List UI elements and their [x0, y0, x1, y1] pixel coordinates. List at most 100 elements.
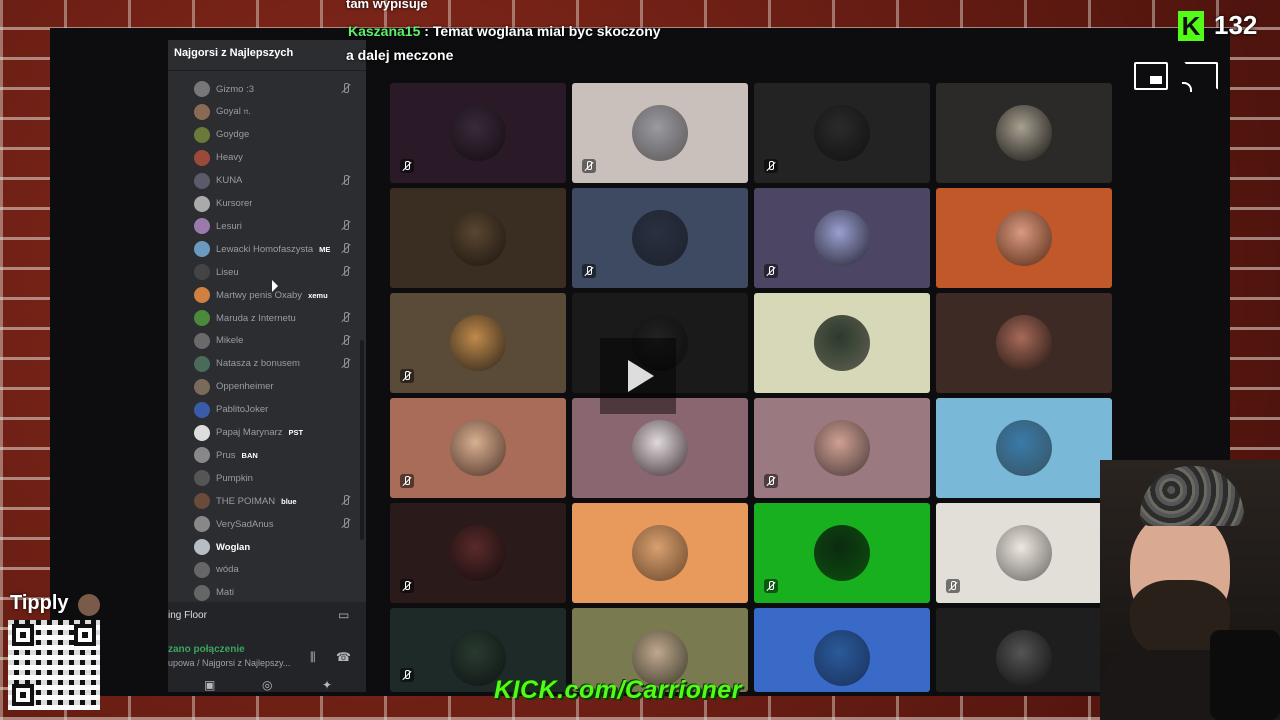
participant-tile[interactable] — [390, 188, 566, 288]
member-avatar — [194, 241, 210, 258]
kick-logo: K — [1178, 10, 1204, 41]
soundboard-icon[interactable]: ✦ — [322, 678, 332, 692]
member-name: Pumpkin — [216, 472, 253, 484]
muted-mic-icon — [340, 334, 350, 345]
participant-avatar — [450, 210, 506, 266]
chat-separator: : — [420, 23, 433, 39]
member-avatar — [194, 310, 210, 326]
participant-tile[interactable] — [390, 398, 566, 498]
member-item[interactable]: Lesuri — [194, 217, 360, 235]
muted-mic-icon — [340, 266, 350, 277]
member-item[interactable]: Woglan — [194, 538, 360, 556]
participant-tile[interactable] — [754, 503, 930, 603]
participant-tile[interactable] — [390, 503, 566, 603]
member-avatar — [194, 424, 210, 441]
connection-status: zano połączenie — [168, 644, 245, 655]
qr-finder — [12, 624, 34, 646]
member-name: THE POIMAN — [216, 495, 276, 507]
member-item[interactable]: Mikele — [194, 332, 360, 350]
participant-tile[interactable] — [936, 188, 1112, 288]
member-item[interactable]: Kursorer — [194, 195, 360, 213]
streamer-webcam — [1100, 460, 1280, 720]
member-item[interactable]: Liseu — [194, 263, 360, 281]
participant-avatar — [814, 630, 870, 686]
participant-tile[interactable] — [936, 608, 1112, 692]
member-name: Maruda z Internetu — [216, 312, 296, 324]
member-item[interactable]: Heavy — [194, 149, 360, 167]
member-avatar — [194, 584, 210, 601]
mouse-cursor-icon — [272, 280, 278, 292]
member-avatar — [194, 470, 210, 487]
noise-suppression-icon[interactable]: ⫼ — [310, 650, 316, 665]
play-button[interactable] — [600, 338, 676, 414]
stage-label: ing Floor — [168, 610, 207, 621]
participant-tile[interactable] — [572, 188, 748, 288]
participant-avatar — [632, 420, 688, 476]
participant-tile[interactable] — [390, 293, 566, 393]
chat-line: Kaszana15 : Temat woglana mial byc skocz… — [348, 23, 661, 39]
member-item[interactable]: Mati — [194, 584, 360, 602]
camera-icon[interactable]: ▣ — [204, 678, 215, 692]
participant-avatar — [450, 420, 506, 476]
member-tag: BAN — [241, 450, 258, 460]
member-item[interactable]: wóda — [194, 561, 360, 579]
member-item[interactable]: Natasza z bonusem — [194, 355, 360, 373]
member-avatar — [194, 149, 210, 166]
muted-mic-icon — [340, 174, 350, 185]
participant-tile[interactable] — [754, 188, 930, 288]
participant-tile[interactable] — [572, 83, 748, 183]
muted-mic-icon — [400, 369, 414, 383]
participant-avatar — [996, 315, 1052, 371]
participant-avatar — [814, 105, 870, 161]
member-name: Natasza z bonusem — [216, 358, 300, 370]
muted-mic-icon — [400, 668, 414, 682]
muted-mic-icon — [340, 243, 350, 254]
member-item[interactable]: Oppenheimer — [194, 378, 360, 396]
participant-avatar — [996, 630, 1052, 686]
member-name: KUNA — [216, 175, 243, 187]
member-tag: xemu — [308, 290, 328, 300]
server-header[interactable]: Najgorsi z Najlepszych — [168, 40, 366, 71]
member-name: Goyal 𝔫. — [216, 106, 251, 118]
member-list-scrollbar[interactable] — [360, 340, 364, 540]
picture-in-picture-icon[interactable] — [1134, 62, 1168, 90]
participant-tile[interactable] — [936, 398, 1112, 498]
participant-tile[interactable] — [390, 83, 566, 183]
member-avatar — [194, 447, 210, 464]
activity-icon[interactable]: ◎ — [262, 678, 272, 692]
participant-tile[interactable] — [936, 503, 1112, 603]
member-item[interactable]: Pumpkin — [194, 469, 360, 487]
member-item[interactable]: Papaj Marynarz PST — [194, 424, 360, 442]
member-item[interactable]: THE POIMAN blue — [194, 492, 360, 510]
participant-tile[interactable] — [936, 293, 1112, 393]
screen-share-icon[interactable]: ▭ — [338, 608, 349, 622]
connection-channel: upowa / Najgorsi z Najlepszy... — [168, 658, 291, 668]
participant-tile[interactable] — [754, 83, 930, 183]
disconnect-icon[interactable]: ☎ — [336, 650, 351, 664]
participant-tile[interactable] — [936, 83, 1112, 183]
member-avatar — [194, 516, 210, 533]
muted-mic-icon — [582, 264, 596, 278]
member-item[interactable]: KUNA — [194, 172, 360, 190]
member-item[interactable]: Goyal 𝔫. — [194, 103, 360, 121]
muted-mic-icon — [340, 495, 350, 506]
muted-mic-icon — [764, 474, 778, 488]
member-item[interactable]: VerySadAnus — [194, 515, 360, 533]
viewer-counter: K 132 — [1178, 10, 1257, 41]
cast-icon[interactable] — [1182, 62, 1218, 92]
member-item[interactable]: Lewacki Homofaszysta ME — [194, 240, 360, 258]
participant-tile[interactable] — [754, 608, 930, 692]
discord-member-sidebar: Najgorsi z Najlepszych Gizmo :3 Goyal 𝔫. G… — [168, 40, 366, 692]
member-avatar — [194, 172, 210, 189]
member-name: Prus — [216, 449, 236, 461]
participant-tile[interactable] — [572, 503, 748, 603]
muted-mic-icon — [340, 357, 350, 368]
member-item[interactable]: Gizmo :3 — [194, 80, 360, 98]
member-item[interactable]: Prus BAN — [194, 446, 360, 464]
participant-tile[interactable] — [754, 398, 930, 498]
member-item[interactable]: PablitoJoker — [194, 401, 360, 419]
member-item[interactable]: Maruda z Internetu — [194, 309, 360, 327]
member-item[interactable]: Goydge — [194, 126, 360, 144]
participant-tile[interactable] — [754, 293, 930, 393]
microphone-icon — [1210, 630, 1280, 720]
